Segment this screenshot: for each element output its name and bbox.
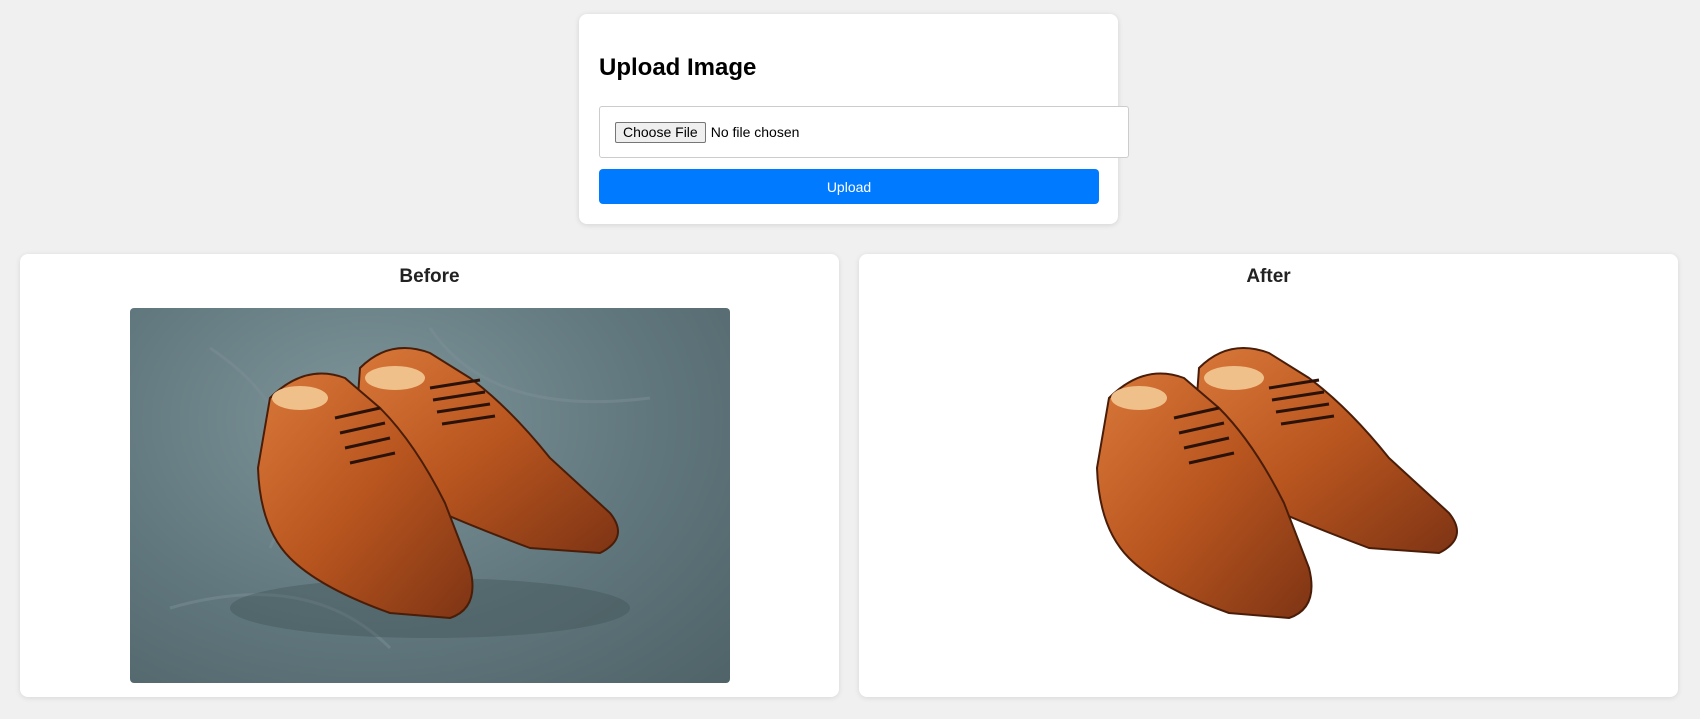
shoes-cutout-graphic bbox=[1095, 347, 1458, 620]
file-status-text: No file chosen bbox=[710, 124, 800, 140]
before-image bbox=[130, 308, 730, 683]
upload-card: Upload Image Choose File No file chosen … bbox=[579, 14, 1129, 224]
upload-button[interactable]: Upload bbox=[599, 169, 1099, 204]
after-panel: After bbox=[859, 254, 1678, 697]
choose-file-button[interactable]: Choose File bbox=[615, 121, 706, 143]
shoes-photo-graphic bbox=[169, 327, 651, 650]
file-input-box[interactable]: Choose File No file chosen bbox=[599, 106, 1129, 158]
upload-title: Upload Image bbox=[599, 54, 757, 81]
before-title: Before bbox=[399, 266, 460, 287]
before-panel: Before bbox=[20, 254, 839, 697]
after-image bbox=[969, 308, 1569, 683]
after-title: After bbox=[1246, 266, 1291, 287]
